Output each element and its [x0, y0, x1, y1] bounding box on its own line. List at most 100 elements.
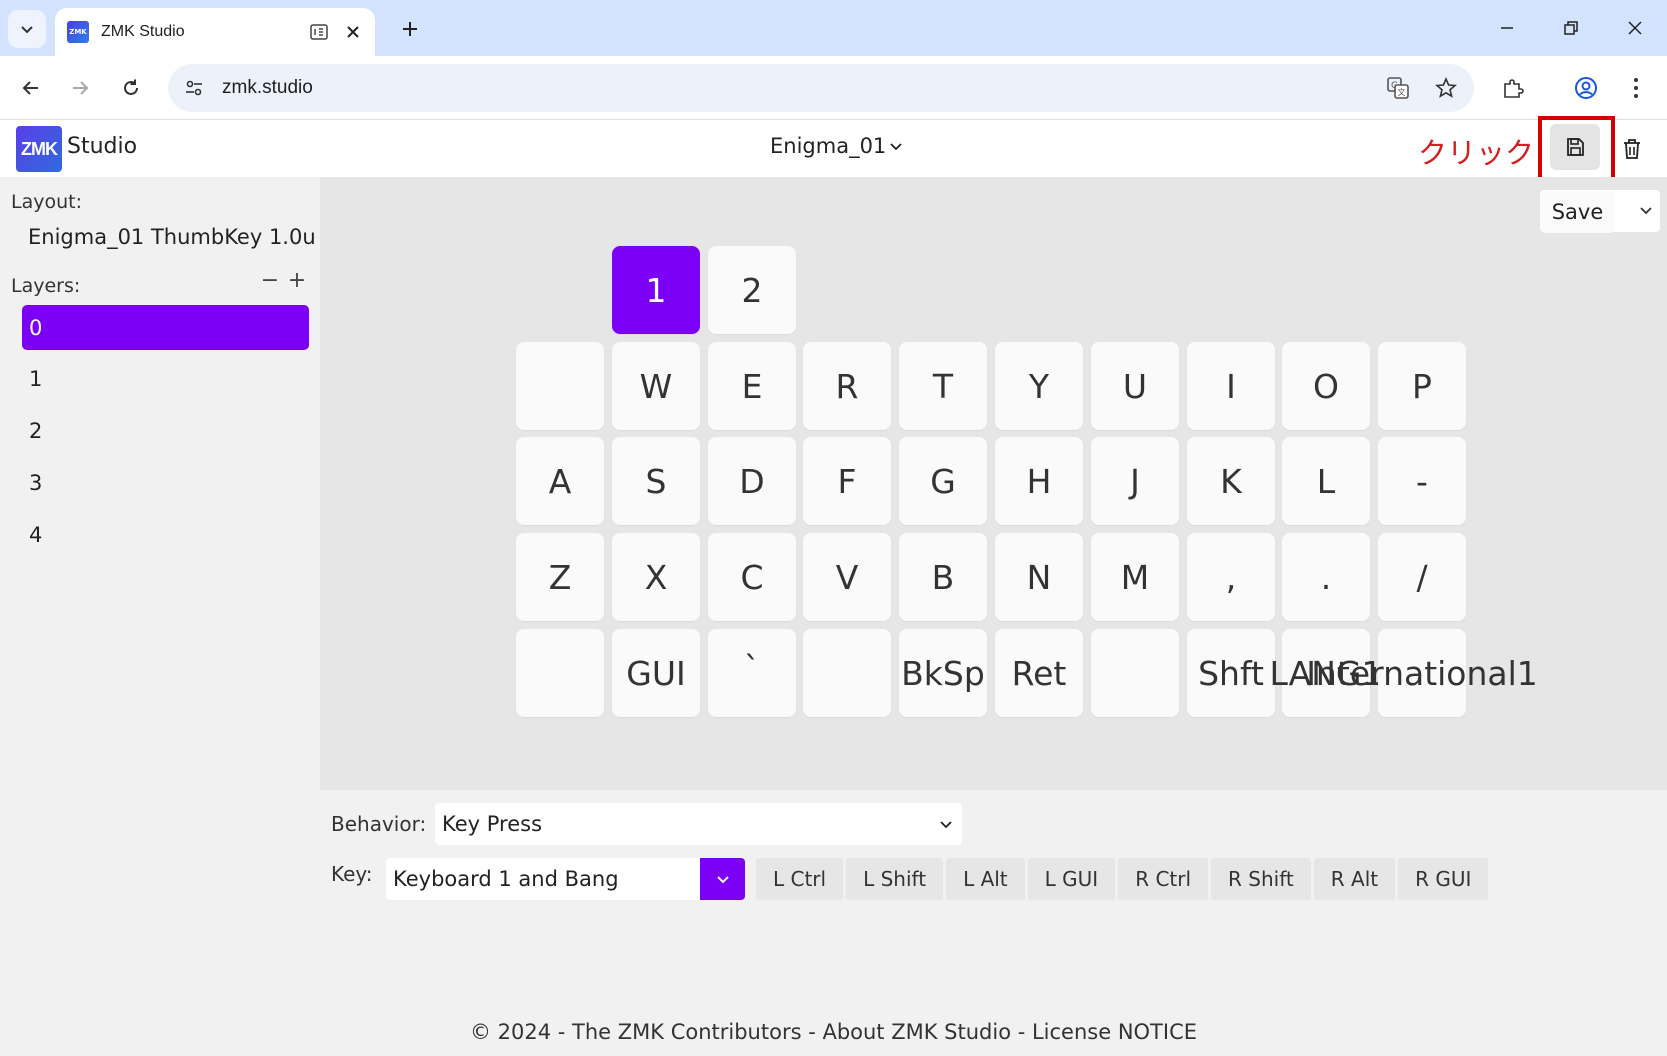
modifier-l-alt[interactable]: L Alt [946, 858, 1025, 900]
minimize-icon[interactable] [1487, 8, 1527, 48]
highlight-box [1538, 116, 1615, 182]
extensions-puzzle-icon[interactable] [1493, 68, 1533, 108]
key[interactable]: - [1378, 437, 1466, 525]
zmk-logo: ZMK [16, 126, 62, 172]
key[interactable]: Y [995, 342, 1083, 430]
tab-list-chevron-icon[interactable] [8, 10, 46, 48]
modifier-l-gui[interactable]: L GUI [1027, 858, 1116, 900]
key[interactable]: T [899, 342, 987, 430]
tab-close-icon[interactable] [343, 22, 363, 42]
key[interactable] [803, 629, 891, 717]
tab-media-icon[interactable] [309, 23, 329, 41]
layer-item-0[interactable]: 0 [22, 305, 309, 350]
trash-icon [1624, 139, 1640, 159]
key[interactable]: W [612, 342, 700, 430]
key[interactable]: I [1187, 342, 1275, 430]
modifier-r-shift[interactable]: R Shift [1211, 858, 1311, 900]
site-settings-icon[interactable] [176, 70, 212, 106]
keyboard-name: Enigma_01 [770, 134, 887, 158]
key[interactable]: F [803, 437, 891, 525]
key[interactable]: U [1091, 342, 1179, 430]
key[interactable]: G [899, 437, 987, 525]
key[interactable]: J [1091, 437, 1179, 525]
add-layer-icon[interactable]: + [285, 268, 309, 293]
key[interactable]: L [1282, 437, 1370, 525]
browser-tabstrip: ZMK ZMK Studio [0, 0, 1667, 56]
key[interactable]: International1 [1306, 629, 1538, 717]
layers-label: Layers: [11, 275, 81, 297]
forward-arrow-icon[interactable] [60, 68, 100, 108]
zmk-favicon-icon: ZMK [67, 21, 89, 43]
key[interactable]: P [1378, 342, 1466, 430]
sidebar: Layout: Enigma_01 ThumbKey 1.0u Layers: … [0, 177, 320, 792]
modifier-r-alt[interactable]: R Alt [1313, 858, 1396, 900]
close-window-icon[interactable] [1615, 8, 1655, 48]
key[interactable]: D [708, 437, 796, 525]
key[interactable]: Z [516, 533, 604, 621]
modifier-l-shift[interactable]: L Shift [846, 858, 944, 900]
key[interactable]: B [899, 533, 987, 621]
layout-selector[interactable]: Enigma_01 ThumbKey 1.0u [28, 225, 316, 249]
key[interactable]: Ret [995, 629, 1083, 717]
key[interactable]: ` [708, 629, 796, 717]
key-dropdown-button[interactable] [700, 858, 745, 900]
layer-item-4[interactable]: 4 [22, 512, 309, 557]
key[interactable]: C [708, 533, 796, 621]
reload-icon[interactable] [111, 68, 151, 108]
translate-icon[interactable]: G文 [1378, 68, 1418, 108]
chevron-down-icon [1636, 200, 1656, 220]
layout-label: Layout: [11, 191, 82, 213]
key[interactable]: / [1378, 533, 1466, 621]
key[interactable]: BkSp [899, 629, 987, 717]
save-tooltip: Save [1540, 191, 1615, 233]
discard-button[interactable] [1616, 132, 1648, 166]
new-tab-plus-icon[interactable] [393, 12, 427, 46]
layer-item-2[interactable]: 2 [22, 408, 309, 453]
key[interactable] [516, 629, 604, 717]
key[interactable]: S [612, 437, 700, 525]
restore-icon[interactable] [1551, 8, 1591, 48]
key[interactable] [1091, 629, 1179, 717]
keyboard-selector[interactable]: Enigma_01 [770, 134, 904, 158]
behavior-select[interactable]: Key Press [435, 803, 962, 845]
key[interactable]: 1 [612, 246, 700, 334]
browser-menu-icon[interactable] [1616, 68, 1656, 108]
key[interactable]: GUI [612, 629, 700, 717]
key[interactable]: H [995, 437, 1083, 525]
key[interactable]: 2 [708, 246, 796, 334]
tab-title: ZMK Studio [101, 23, 185, 40]
browser-tab[interactable]: ZMK ZMK Studio [55, 8, 375, 56]
modifier-r-gui[interactable]: R GUI [1398, 858, 1489, 900]
behavior-value: Key Press [442, 812, 543, 836]
bookmark-star-icon[interactable] [1426, 68, 1466, 108]
key-combobox-input[interactable]: Keyboard 1 and Bang [386, 858, 700, 900]
modifier-r-ctrl[interactable]: R Ctrl [1118, 858, 1209, 900]
remove-layer-icon[interactable]: − [258, 268, 282, 293]
key[interactable]: N [995, 533, 1083, 621]
key[interactable]: R [803, 342, 891, 430]
key[interactable]: E [708, 342, 796, 430]
chevron-down-icon [716, 876, 729, 884]
key[interactable]: A [516, 437, 604, 525]
back-arrow-icon[interactable] [11, 68, 51, 108]
key[interactable]: K [1187, 437, 1275, 525]
key[interactable]: . [1282, 533, 1370, 621]
address-bar[interactable]: zmk.studio G文 [168, 64, 1474, 112]
key[interactable]: , [1187, 533, 1275, 621]
profile-icon[interactable] [1566, 68, 1606, 108]
key[interactable]: O [1282, 342, 1370, 430]
behavior-label: Behavior: [331, 812, 427, 836]
key[interactable]: X [612, 533, 700, 621]
chevron-down-icon [890, 143, 902, 151]
key[interactable]: V [803, 533, 891, 621]
key[interactable]: M [1091, 533, 1179, 621]
click-annotation: クリック [1418, 136, 1535, 170]
modifier-l-ctrl[interactable]: L Ctrl [756, 858, 844, 900]
layer-item-3[interactable]: 3 [22, 460, 309, 505]
svg-text:文: 文 [1398, 87, 1406, 97]
key[interactable]: Shft [1187, 629, 1275, 717]
layer-item-1[interactable]: 1 [22, 356, 309, 401]
key[interactable] [516, 342, 604, 430]
url-text[interactable]: zmk.studio [222, 77, 1378, 99]
chevron-down-icon [936, 814, 956, 834]
